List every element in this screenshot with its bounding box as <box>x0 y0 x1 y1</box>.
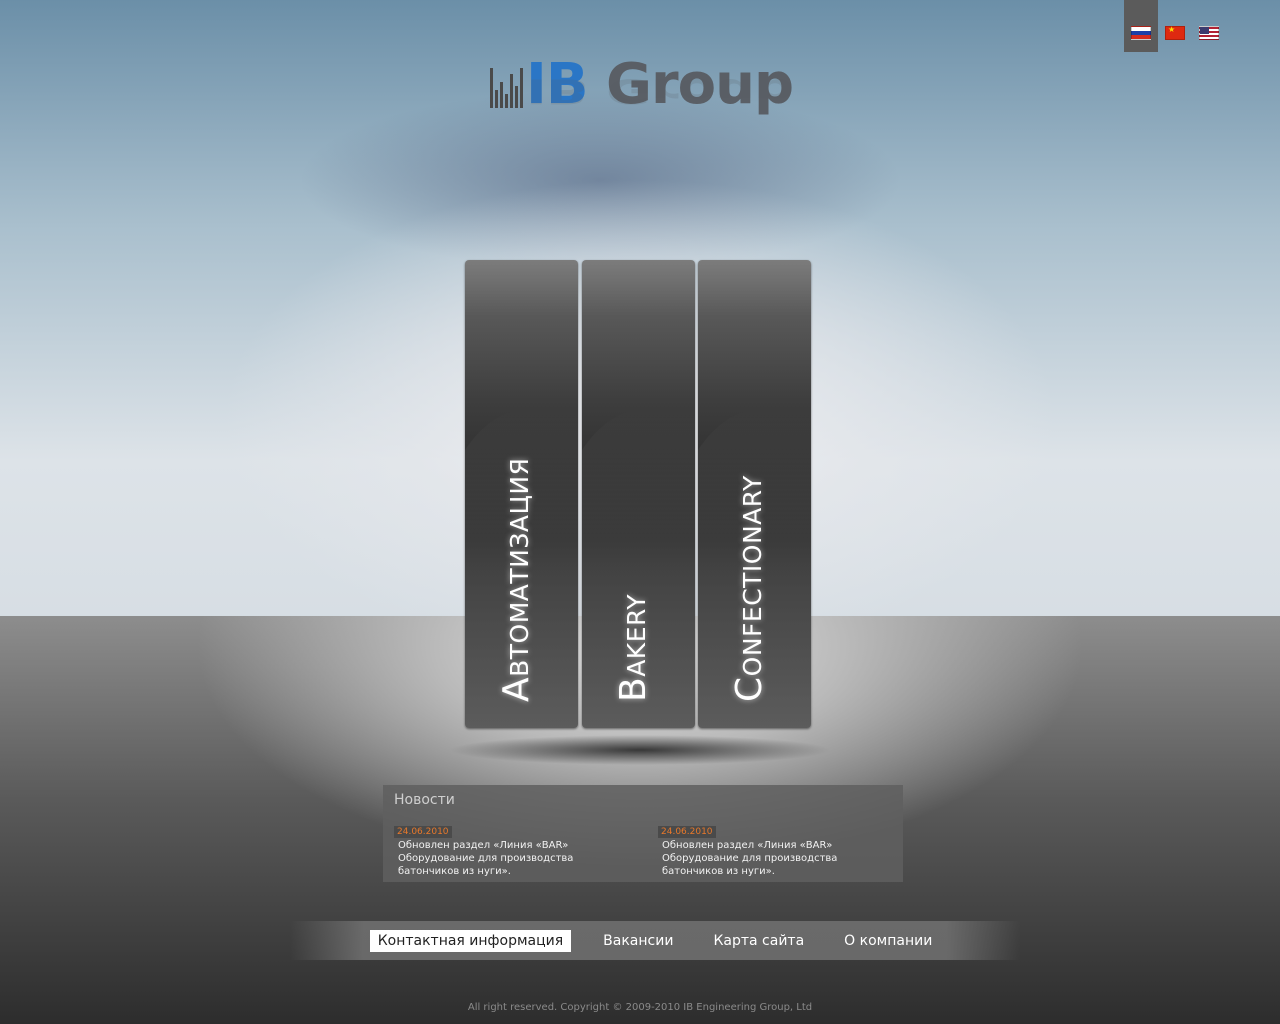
news-block: Новости 24.06.2010 Обновлен раздел «Лини… <box>383 785 903 882</box>
menu-sitemap[interactable]: Карта сайта <box>705 930 812 952</box>
russian-flag-icon[interactable] <box>1131 26 1151 40</box>
logo-bars-icon <box>490 62 524 108</box>
panel-confectionary[interactable]: Confectionary <box>698 260 811 728</box>
news-text[interactable]: Обновлен раздел «Линия «BAR» Оборудовани… <box>394 839 620 878</box>
panel-label: Автоматизация <box>495 457 537 702</box>
china-flag-icon[interactable] <box>1165 25 1185 40</box>
usa-flag-icon[interactable] <box>1199 26 1219 40</box>
menu-about[interactable]: О компании <box>836 930 940 952</box>
site-logo[interactable]: IB Group IB Group <box>490 52 794 162</box>
panel-bakery[interactable]: Bakery <box>582 260 695 728</box>
panels-shadow <box>450 735 830 765</box>
news-date: 24.06.2010 <box>658 826 716 838</box>
news-item[interactable]: 24.06.2010 Обновлен раздел «Линия «BAR» … <box>394 819 620 878</box>
news-item[interactable]: 24.06.2010 Обновлен раздел «Линия «BAR» … <box>658 819 884 878</box>
lang-english[interactable] <box>1192 0 1226 52</box>
language-switcher <box>1124 0 1226 52</box>
logo-reflection: IB Group <box>526 71 794 110</box>
panel-label: Bakery <box>612 593 654 702</box>
news-title: Новости <box>394 792 455 808</box>
category-panels: Автоматизация Bakery Confectionary <box>465 260 812 730</box>
menu-contacts[interactable]: Контактная информация <box>369 929 572 952</box>
menu-vacancies[interactable]: Вакансии <box>595 930 681 952</box>
panel-automation[interactable]: Автоматизация <box>465 260 578 728</box>
lang-russian[interactable] <box>1124 0 1158 52</box>
footer-copyright: All right reserved. Copyright © 2009-201… <box>467 1002 813 1013</box>
news-text[interactable]: Обновлен раздел «Линия «BAR» Оборудовани… <box>658 839 884 878</box>
news-date: 24.06.2010 <box>394 826 452 838</box>
bottom-menu: Контактная информация Вакансии Карта сай… <box>290 921 1020 960</box>
lang-chinese[interactable] <box>1158 0 1192 52</box>
panel-label: Confectionary <box>728 475 770 702</box>
